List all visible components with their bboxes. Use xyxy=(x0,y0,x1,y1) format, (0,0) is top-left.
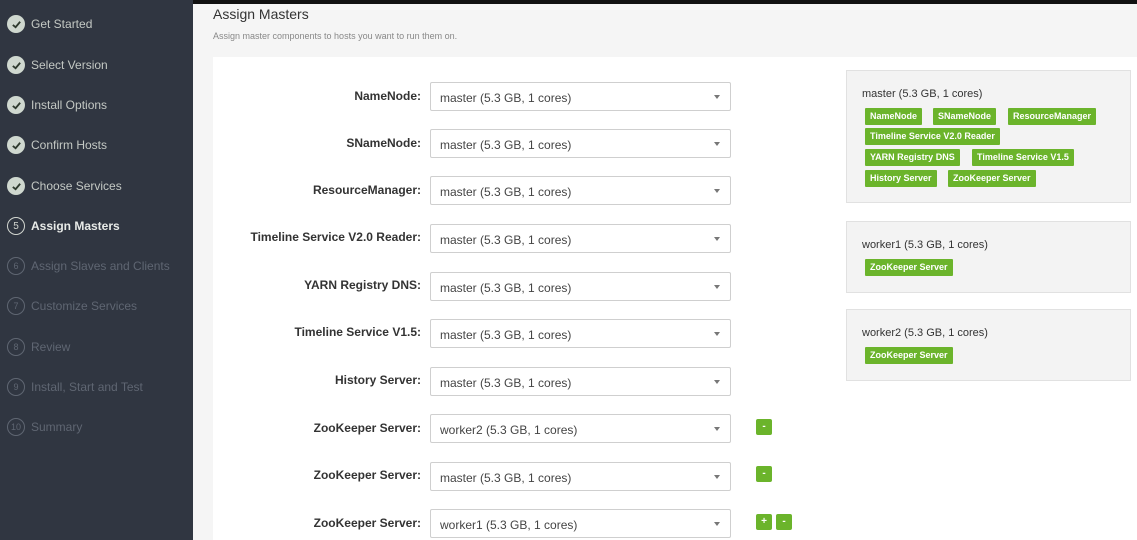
host-select-history-server[interactable]: master (5.3 GB, 1 cores) xyxy=(430,367,731,396)
caret-down-icon xyxy=(714,332,720,336)
page-subtitle: Assign master components to hosts you wa… xyxy=(213,31,458,41)
remove-zookeeper-button[interactable]: - xyxy=(776,514,792,530)
step-assign-masters[interactable]: 5 Assign Masters xyxy=(0,206,193,246)
host-summary-worker2: worker2 (5.3 GB, 1 cores) ZooKeeper Serv… xyxy=(846,309,1131,381)
remove-zookeeper-button[interactable]: - xyxy=(756,419,772,435)
select-value: master (5.3 GB, 1 cores) xyxy=(440,91,572,105)
host-summary-master: master (5.3 GB, 1 cores) NameNode SNameN… xyxy=(846,70,1131,203)
select-value: master (5.3 GB, 1 cores) xyxy=(440,281,572,295)
component-tag: Timeline Service V2.0 Reader xyxy=(865,128,1000,145)
caret-down-icon xyxy=(714,189,720,193)
component-label: SNameNode: xyxy=(346,136,421,150)
step-number: 6 xyxy=(7,257,25,275)
step-label: Assign Masters xyxy=(31,219,120,233)
step-label: Review xyxy=(31,340,71,354)
component-tag: ZooKeeper Server xyxy=(865,347,953,364)
host-select-timeline-v15[interactable]: master (5.3 GB, 1 cores) xyxy=(430,319,731,348)
component-tag: History Server xyxy=(865,170,937,187)
step-install-options[interactable]: Install Options xyxy=(0,85,193,125)
component-label: Timeline Service V1.5: xyxy=(294,325,421,339)
component-label: History Server: xyxy=(334,373,421,387)
component-tag: ZooKeeper Server xyxy=(865,259,953,276)
caret-down-icon xyxy=(714,142,720,146)
step-label: Select Version xyxy=(31,58,108,72)
component-tag: ResourceManager xyxy=(1008,108,1097,125)
step-confirm-hosts[interactable]: Confirm Hosts xyxy=(0,125,193,165)
host-name: worker1 (5.3 GB, 1 cores) xyxy=(862,239,988,251)
caret-down-icon xyxy=(714,522,720,526)
caret-down-icon xyxy=(714,475,720,479)
step-assign-slaves: 6 Assign Slaves and Clients xyxy=(0,246,193,286)
step-number: 10 xyxy=(7,418,25,436)
wizard-sidebar: Get Started Select Version Install Optio… xyxy=(0,0,193,540)
component-tag: ZooKeeper Server xyxy=(948,170,1036,187)
host-select-resourcemanager[interactable]: master (5.3 GB, 1 cores) xyxy=(430,176,731,205)
host-summary-worker1: worker1 (5.3 GB, 1 cores) ZooKeeper Serv… xyxy=(846,221,1131,293)
host-select-zookeeper-1[interactable]: worker2 (5.3 GB, 1 cores) xyxy=(430,414,731,443)
step-number: 8 xyxy=(7,338,25,356)
caret-down-icon xyxy=(714,95,720,99)
host-name: worker2 (5.3 GB, 1 cores) xyxy=(862,327,988,339)
step-get-started[interactable]: Get Started xyxy=(0,4,193,44)
host-select-snamenode[interactable]: master (5.3 GB, 1 cores) xyxy=(430,129,731,158)
caret-down-icon xyxy=(714,380,720,384)
step-label: Assign Slaves and Clients xyxy=(31,259,170,273)
component-label: ResourceManager: xyxy=(312,183,421,197)
step-label: Install Options xyxy=(31,98,108,112)
check-icon xyxy=(7,177,25,195)
step-review: 8 Review xyxy=(0,327,193,367)
caret-down-icon xyxy=(714,427,720,431)
component-label: YARN Registry DNS: xyxy=(304,278,421,292)
select-value: master (5.3 GB, 1 cores) xyxy=(440,471,572,485)
step-label: Choose Services xyxy=(31,179,122,193)
component-label: ZooKeeper Server: xyxy=(313,468,421,482)
component-label: NameNode: xyxy=(354,89,421,103)
step-summary: 10 Summary xyxy=(0,407,193,447)
host-name: master (5.3 GB, 1 cores) xyxy=(862,88,983,100)
step-customize-services: 7 Customize Services xyxy=(0,286,193,326)
select-value: worker2 (5.3 GB, 1 cores) xyxy=(440,423,578,437)
step-label: Confirm Hosts xyxy=(31,138,108,152)
select-value: master (5.3 GB, 1 cores) xyxy=(440,233,572,247)
select-value: master (5.3 GB, 1 cores) xyxy=(440,376,572,390)
select-value: master (5.3 GB, 1 cores) xyxy=(440,185,572,199)
step-choose-services[interactable]: Choose Services xyxy=(0,166,193,206)
select-value: worker1 (5.3 GB, 1 cores) xyxy=(440,518,578,532)
component-label: Timeline Service V2.0 Reader: xyxy=(250,230,421,244)
component-tag: Timeline Service V1.5 xyxy=(972,149,1074,166)
step-select-version[interactable]: Select Version xyxy=(0,45,193,85)
host-select-timeline-v2-reader[interactable]: master (5.3 GB, 1 cores) xyxy=(430,224,731,253)
step-label: Install, Start and Test xyxy=(31,380,143,394)
step-install-start-test: 9 Install, Start and Test xyxy=(0,367,193,407)
caret-down-icon xyxy=(714,237,720,241)
remove-zookeeper-button[interactable]: - xyxy=(756,466,772,482)
component-label: ZooKeeper Server: xyxy=(313,421,421,435)
step-label: Summary xyxy=(31,420,83,434)
component-tag: SNameNode xyxy=(933,108,997,125)
component-label: ZooKeeper Server: xyxy=(313,516,421,530)
host-select-yarn-registry-dns[interactable]: master (5.3 GB, 1 cores) xyxy=(430,272,731,301)
step-label: Customize Services xyxy=(31,299,138,313)
caret-down-icon xyxy=(714,285,720,289)
host-select-zookeeper-3[interactable]: worker1 (5.3 GB, 1 cores) xyxy=(430,509,731,538)
component-tag: YARN Registry DNS xyxy=(865,149,960,166)
step-number: 5 xyxy=(7,217,25,235)
check-icon xyxy=(7,56,25,74)
add-zookeeper-button[interactable]: + xyxy=(756,514,772,530)
page-title: Assign Masters xyxy=(213,6,309,22)
check-icon xyxy=(7,15,25,33)
component-tag: NameNode xyxy=(865,108,923,125)
step-label: Get Started xyxy=(31,17,93,31)
host-select-zookeeper-2[interactable]: master (5.3 GB, 1 cores) xyxy=(430,462,731,491)
select-value: master (5.3 GB, 1 cores) xyxy=(440,328,572,342)
step-number: 9 xyxy=(7,378,25,396)
select-value: master (5.3 GB, 1 cores) xyxy=(440,138,572,152)
host-select-namenode[interactable]: master (5.3 GB, 1 cores) xyxy=(430,82,731,111)
check-icon xyxy=(7,96,25,114)
step-number: 7 xyxy=(7,297,25,315)
check-icon xyxy=(7,136,25,154)
